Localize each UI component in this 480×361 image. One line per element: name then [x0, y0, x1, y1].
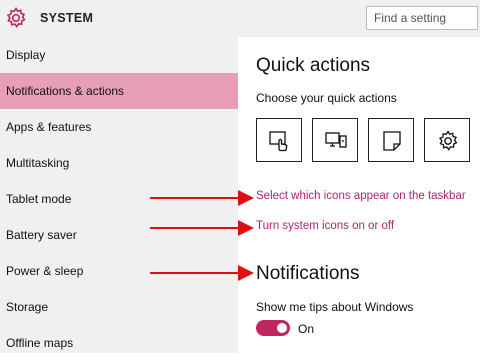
annotation-arrows: [150, 190, 254, 281]
